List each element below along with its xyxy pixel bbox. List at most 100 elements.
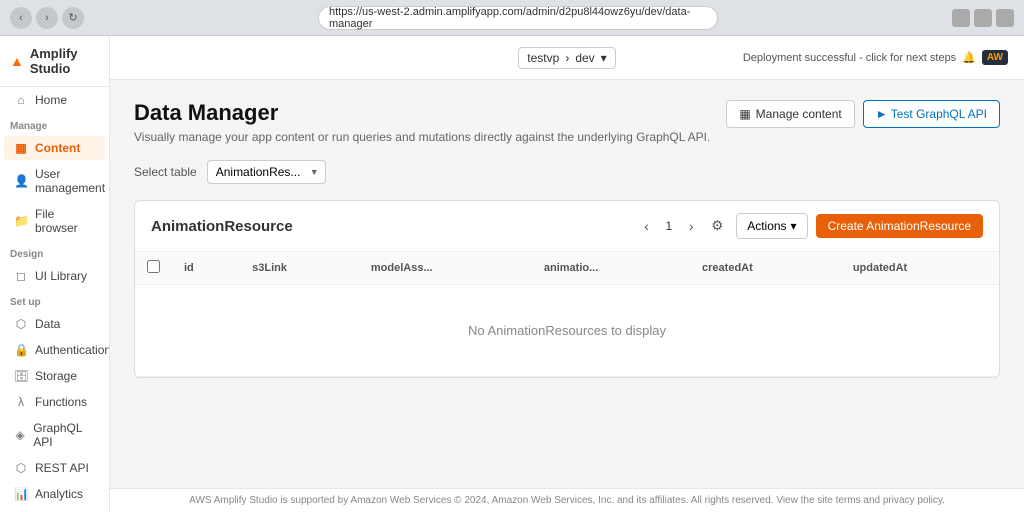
storage-icon: 🗄: [14, 369, 28, 383]
notification-icon: 🔔: [962, 51, 976, 64]
back-button[interactable]: ‹: [10, 7, 32, 29]
project-name: testvp: [527, 51, 559, 65]
sidebar-section-manage: Manage: [0, 113, 109, 135]
data-card: AnimationResource ‹ 1 › ⚙ Actions ▾: [134, 200, 1000, 378]
footer: AWS Amplify Studio is supported by Amazo…: [110, 488, 1024, 512]
sidebar-label-graphql: GraphQL API: [33, 421, 95, 449]
page-header: Data Manager Visually manage your app co…: [134, 100, 1000, 144]
table-body: No AnimationResources to display: [135, 285, 999, 377]
sidebar-item-predictions[interactable]: ✦ Predictions: [4, 508, 105, 512]
content-icon: ▦: [14, 141, 28, 155]
empty-state-row: No AnimationResources to display: [135, 285, 999, 377]
forward-button[interactable]: ›: [36, 7, 58, 29]
page-title: Data Manager: [134, 100, 710, 126]
auth-icon: 🔒: [14, 343, 28, 357]
functions-icon: λ: [14, 395, 28, 409]
manage-content-button[interactable]: ▦ Manage content: [726, 100, 854, 128]
page-subtitle: Visually manage your app content or run …: [134, 130, 710, 144]
sidebar-item-home[interactable]: ⌂ Home: [4, 88, 105, 112]
data-icon: ⬡: [14, 317, 28, 331]
col-modelass: modelAss...: [359, 252, 532, 285]
analytics-icon: 📊: [14, 487, 28, 501]
top-bar: testvp › dev ▾ Deployment successful - c…: [110, 36, 1024, 80]
sidebar-item-graphql-api[interactable]: ◈ GraphQL API: [4, 416, 105, 454]
select-all-checkbox[interactable]: [147, 260, 160, 273]
sidebar-item-file-browser[interactable]: 📁 File browser: [4, 202, 105, 240]
sidebar-label-user-management: User management: [35, 167, 105, 195]
sidebar-item-analytics[interactable]: 📊 Analytics: [4, 482, 105, 506]
col-s3link: s3Link: [240, 252, 359, 285]
env-selector[interactable]: testvp › dev ▾: [518, 47, 615, 69]
sidebar-item-functions[interactable]: λ Functions: [4, 390, 105, 414]
header-actions: ▦ Manage content ► Test GraphQL API: [726, 100, 1000, 128]
checkbox-column-header: [135, 252, 172, 285]
aws-badge: AW: [982, 50, 1008, 65]
deployment-text: Deployment successful - click for next s…: [743, 52, 956, 64]
table-name: AnimationResource: [151, 218, 293, 235]
empty-state: No AnimationResources to display: [147, 293, 987, 368]
create-animation-resource-button[interactable]: Create AnimationResource: [816, 214, 983, 238]
table-header: id s3Link modelAss... animatio... create…: [135, 252, 999, 285]
sidebar-label-analytics: Analytics: [35, 487, 83, 501]
ext-icon-2: [974, 9, 992, 27]
ext-icon-1: [952, 9, 970, 27]
chevron-down-icon-actions: ▾: [791, 219, 797, 233]
sidebar-item-user-management[interactable]: 👤 User management: [4, 162, 105, 200]
sidebar-label-functions: Functions: [35, 395, 87, 409]
amplify-logo-icon: ▲: [10, 53, 24, 69]
main-content: Data Manager Visually manage your app co…: [110, 80, 1024, 488]
table-select[interactable]: AnimationRes...: [207, 160, 326, 184]
grid-icon: ▦: [739, 107, 750, 121]
home-icon: ⌂: [14, 93, 28, 107]
sidebar-label-file-browser: File browser: [35, 207, 95, 235]
sidebar-item-storage[interactable]: 🗄 Storage: [4, 364, 105, 388]
actions-button[interactable]: Actions ▾: [736, 213, 807, 239]
deployment-banner[interactable]: Deployment successful - click for next s…: [743, 50, 1008, 65]
breadcrumb-sep: ›: [565, 51, 569, 65]
col-id: id: [172, 252, 240, 285]
sidebar-logo: ▲ Amplify Studio: [0, 36, 109, 87]
page-number: 1: [662, 219, 677, 233]
browser-nav-buttons: ‹ › ↻: [10, 7, 84, 29]
sidebar-label-home: Home: [35, 93, 67, 107]
browser-chrome: ‹ › ↻ https://us-west-2.admin.amplifyapp…: [0, 0, 1024, 36]
sidebar-label-ui-library: UI Library: [35, 269, 87, 283]
sidebar-item-ui-library[interactable]: ◻ UI Library: [4, 264, 105, 288]
address-bar[interactable]: https://us-west-2.admin.amplifyapp.com/a…: [318, 6, 718, 30]
table-actions: ‹ 1 › ⚙ Actions ▾ Create AnimationResour…: [636, 213, 984, 239]
data-table: id s3Link modelAss... animatio... create…: [135, 252, 999, 377]
app-layout: ▲ Amplify Studio ⌂ Home Manage ▦ Content…: [0, 36, 1024, 512]
table-select-wrapper: AnimationRes...: [207, 160, 326, 184]
footer-text: AWS Amplify Studio is supported by Amazo…: [189, 495, 945, 506]
sidebar-item-content[interactable]: ▦ Content: [4, 136, 105, 160]
col-updatedat: updatedAt: [841, 252, 999, 285]
sidebar-label-data: Data: [35, 317, 60, 331]
col-animatio: animatio...: [532, 252, 690, 285]
col-createdat: createdAt: [690, 252, 841, 285]
prev-page-button[interactable]: ‹: [636, 215, 658, 237]
chevron-down-icon: ▾: [601, 51, 607, 65]
env-name: dev: [575, 51, 594, 65]
sidebar-section-design: Design: [0, 241, 109, 263]
test-graphql-button[interactable]: ► Test GraphQL API: [863, 100, 1000, 128]
data-card-header: AnimationResource ‹ 1 › ⚙ Actions ▾: [135, 201, 999, 252]
graphql-icon: ◈: [14, 428, 26, 442]
pagination: ‹ 1 › ⚙: [636, 215, 729, 237]
ui-library-icon: ◻: [14, 269, 28, 283]
table-settings-button[interactable]: ⚙: [706, 215, 728, 237]
next-page-button[interactable]: ›: [680, 215, 702, 237]
sidebar-item-data[interactable]: ⬡ Data: [4, 312, 105, 336]
sidebar-label-storage: Storage: [35, 369, 77, 383]
rest-icon: ⬡: [14, 461, 28, 475]
user-icon: 👤: [14, 174, 28, 188]
sidebar-label-authentication: Authentication: [35, 343, 110, 357]
refresh-button[interactable]: ↻: [62, 7, 84, 29]
ext-icon-3: [996, 9, 1014, 27]
file-icon: 📁: [14, 214, 28, 228]
sidebar-item-authentication[interactable]: 🔒 Authentication: [4, 338, 105, 362]
sidebar-item-rest-api[interactable]: ⬡ REST API: [4, 456, 105, 480]
sidebar-label-content: Content: [35, 141, 80, 155]
table-selector: Select table AnimationRes...: [134, 160, 1000, 184]
select-table-label: Select table: [134, 165, 197, 179]
app-title: Amplify Studio: [30, 46, 99, 76]
